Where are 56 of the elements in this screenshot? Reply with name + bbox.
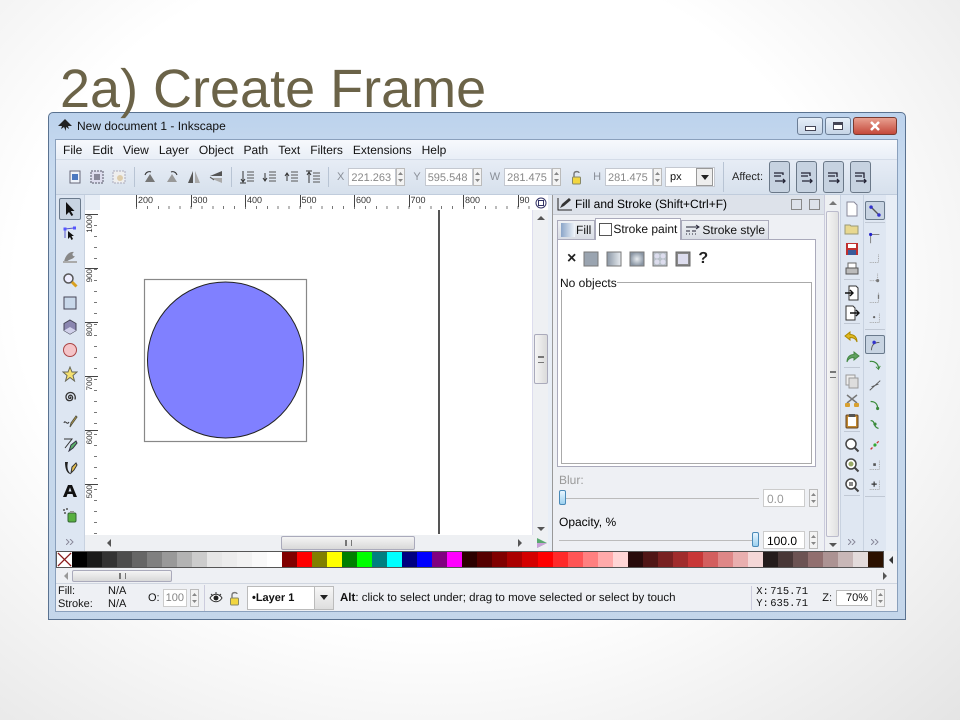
cursor-y-value: 635.71 xyxy=(770,598,810,610)
window-title: New document 1 - Inkscape xyxy=(77,119,226,133)
cursor-x-value: 715.71 xyxy=(770,586,810,598)
slider-label: Blur: xyxy=(559,473,585,487)
field-label: X xyxy=(337,171,344,183)
ruler-label: 700 xyxy=(408,195,463,207)
ruler-label: 800 xyxy=(85,323,94,336)
menu-item[interactable]: View xyxy=(118,142,154,158)
unit-dropdown[interactable]: px xyxy=(665,167,716,187)
menu-item[interactable]: Help xyxy=(416,142,452,158)
menu-item[interactable]: Filters xyxy=(305,142,348,158)
zoom-field[interactable]: 70% xyxy=(836,590,872,606)
field-label: W xyxy=(490,171,500,183)
ruler-label: 90 xyxy=(518,195,531,207)
menu-item[interactable]: Path xyxy=(238,142,274,158)
ruler-label: 400 xyxy=(245,195,300,207)
slider-label: Opacity, % xyxy=(559,515,618,529)
ruler-label: 800 xyxy=(463,195,518,207)
menu-item[interactable]: Object xyxy=(194,142,239,158)
layer-dropdown[interactable]: •Layer 1 xyxy=(246,586,334,610)
ruler-label: 1000 xyxy=(85,215,94,233)
menu-item[interactable]: File xyxy=(58,142,88,158)
stroke-label: Stroke: xyxy=(58,598,94,610)
fill-label: Fill: xyxy=(58,584,76,598)
field-label: H xyxy=(593,171,602,183)
tab[interactable]: Stroke paint xyxy=(595,218,682,240)
menu-item[interactable]: Text xyxy=(273,142,306,158)
dialog-title: Fill and Stroke (Shift+Ctrl+F) xyxy=(575,197,728,212)
menu-item[interactable]: Extensions xyxy=(348,142,417,158)
ruler-label: 700 xyxy=(85,377,94,390)
ruler-label: 500 xyxy=(85,485,94,498)
affect-label: Affect: xyxy=(732,171,764,183)
slide-title: 2a) Create Frame xyxy=(60,62,486,116)
menu-item[interactable]: Edit xyxy=(87,142,118,158)
zoom-label: Z: xyxy=(822,592,832,604)
fill-value: N/A xyxy=(108,584,128,598)
stroke-value: N/A xyxy=(108,598,128,610)
opacity-label: O: xyxy=(148,592,160,604)
cursor-y-label: Y: xyxy=(756,598,770,610)
ruler-label: 600 xyxy=(354,195,408,207)
no-paint-button[interactable]: × xyxy=(567,250,576,268)
status-message: Alt: click to select under; drag to move selected or select by touch xyxy=(340,592,677,604)
value-field[interactable]: 100.0 xyxy=(763,531,805,549)
cursor-x-label: X: xyxy=(756,586,770,598)
ruler-label: 300 xyxy=(190,195,245,207)
tab[interactable]: Stroke style xyxy=(681,220,770,239)
field-label: Y xyxy=(413,171,421,183)
tab[interactable]: Fill xyxy=(557,220,596,239)
opacity-field[interactable]: 100 xyxy=(162,588,187,606)
ruler-label: 600 xyxy=(85,431,94,444)
ruler-label: 500 xyxy=(300,195,354,207)
ruler-label: 900 xyxy=(85,269,94,282)
menu-item[interactable]: Layer xyxy=(154,142,194,158)
group-label: No objects xyxy=(560,276,617,290)
unset-paint-button[interactable]: ? xyxy=(698,250,708,268)
ruler-label: 200 xyxy=(136,195,190,207)
